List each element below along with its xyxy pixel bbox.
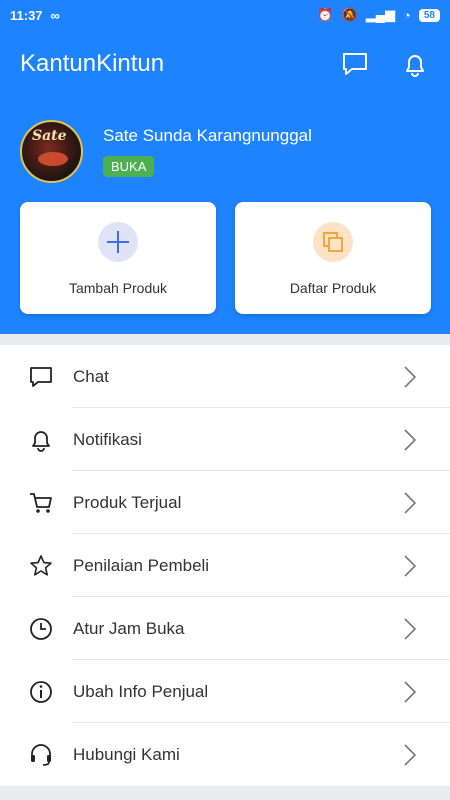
product-list-card[interactable]: Daftar Produk [235,202,431,314]
add-product-card[interactable]: Tambah Produk [20,202,216,314]
store-status-badge: BUKA [103,156,155,177]
menu-item-label: Hubungi Kami [73,744,180,764]
product-list-label: Daftar Produk [289,280,377,296]
chevron-right-icon [402,554,418,578]
menu-item-notifications[interactable]: Notifikasi [0,408,450,471]
menu-item-label: Ubah Info Penjual [73,681,209,701]
headset-icon [27,741,55,769]
copy-icon [313,222,353,262]
chat-icon[interactable] [341,50,369,78]
menu-item-buyer-ratings[interactable]: Penilaian Pembeli [0,534,450,597]
bell-icon[interactable] [401,50,429,78]
star-icon [27,552,55,580]
menu-item-label: Atur Jam Buka [73,618,185,638]
battery-indicator: 58 [418,8,440,22]
cart-icon [27,489,55,517]
menu-item-label: Produk Terjual [73,492,182,512]
add-product-label: Tambah Produk [68,280,168,296]
chat-icon [27,363,55,391]
menu-item-opening-hours[interactable]: Atur Jam Buka [0,597,450,660]
menu-item-label: Chat [73,366,109,386]
store-name: Sate Sunda Karangnunggal [103,126,312,145]
status-time: 11:37 [10,7,43,23]
plus-icon [98,222,138,262]
store-logo-text: Sate [32,128,67,144]
info-icon [27,678,55,706]
store-profile[interactable]: Sate Sate Sunda Karangnunggal BUKA [20,120,312,183]
header: KantunKintun Sate Sate Sunda Karangnungg… [0,30,450,334]
menu-list: Chat Notifikasi Produk Terjual Penilaian… [0,345,450,786]
chevron-right-icon [402,680,418,704]
app-title: KantunKintun [20,50,165,77]
menu-item-label: Penilaian Pembeli [73,555,210,575]
chevron-right-icon [402,365,418,389]
wifi-icon: ◔ [403,7,411,23]
menu-item-sold-products[interactable]: Produk Terjual [0,471,450,534]
menu-item-contact-us[interactable]: Hubungi Kami [0,723,450,786]
menu-item-seller-info[interactable]: Ubah Info Penjual [0,660,450,723]
menu-item-chat[interactable]: Chat [0,345,450,408]
status-bar: 11:37 ∞ ⏰ 🔕 ▂▄▆ ◔ 58 [0,0,450,30]
signal-icon: ▂▄▆ [365,7,396,22]
infinity-icon: ∞ [50,7,60,23]
menu-item-label: Notifikasi [73,429,142,449]
alarm-icon: ⏰ [317,7,334,22]
clock-icon [27,615,55,643]
store-avatar: Sate [20,120,83,183]
chevron-right-icon [402,617,418,641]
chevron-right-icon [402,491,418,515]
bell-icon [27,426,55,454]
mute-icon: 🔕 [341,7,358,22]
store-logo-plate [38,152,68,166]
chevron-right-icon [402,743,418,767]
chevron-right-icon [402,428,418,452]
